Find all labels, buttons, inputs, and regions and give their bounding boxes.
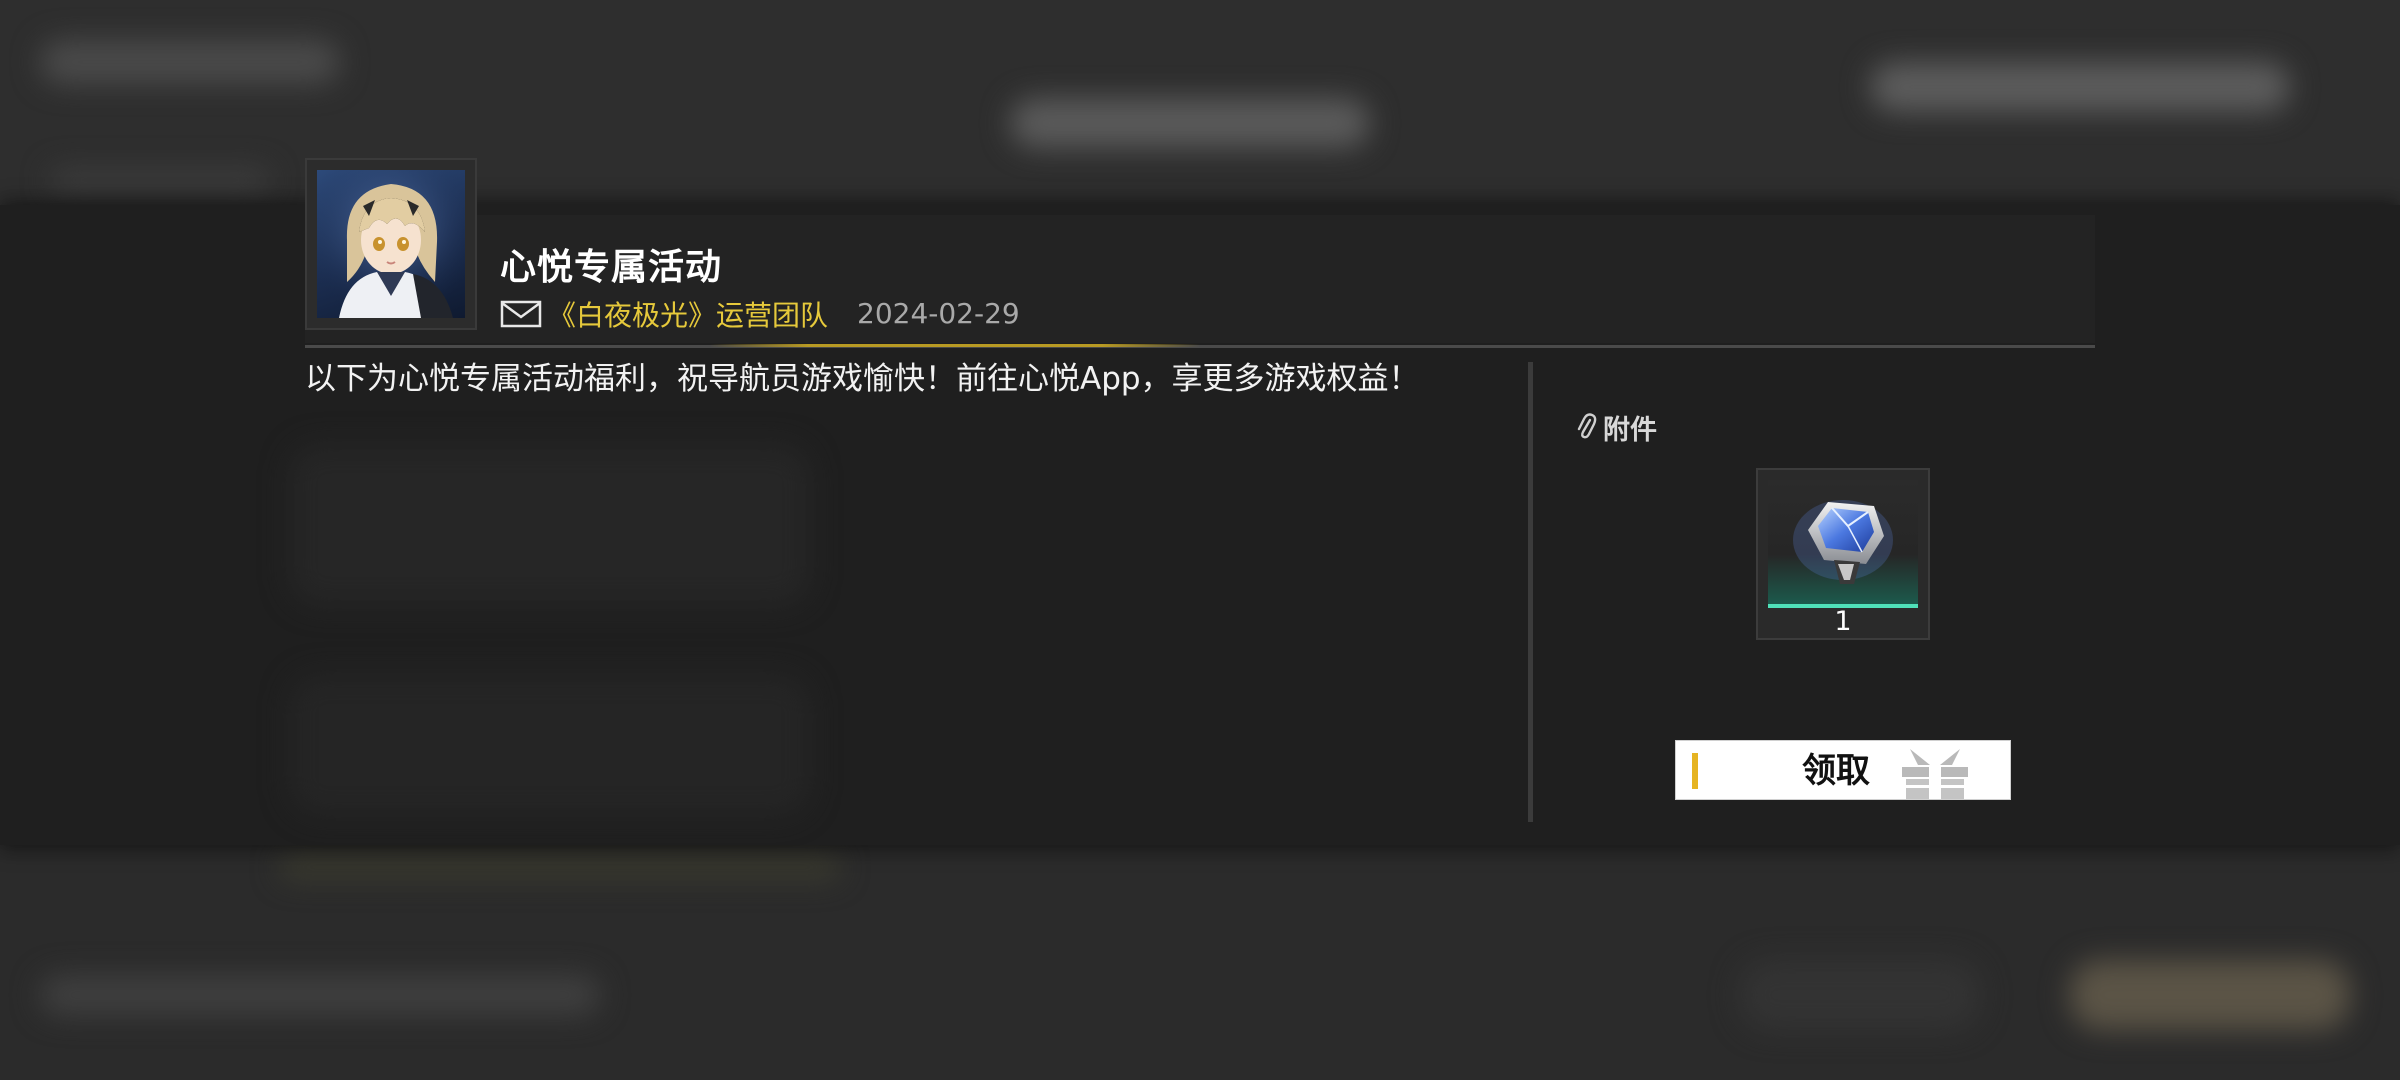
background-blur bbox=[1740, 960, 1980, 1030]
mail-body-text: 以下为心悦专属活动福利，祝导航员游戏愉快！前往心悦App，享更多游戏权益！ bbox=[305, 361, 1420, 397]
background-blur bbox=[1010, 98, 1370, 148]
envelope-icon bbox=[500, 300, 542, 328]
claim-button-label: 领取 bbox=[1802, 751, 1870, 791]
background-bottom-bar bbox=[0, 845, 2400, 1080]
sender-name: 《白夜极光》运营团队 bbox=[548, 299, 829, 332]
claim-button[interactable]: 领取 bbox=[1675, 740, 2011, 800]
claim-button-accent bbox=[1692, 753, 1698, 789]
attachment-header: 附件 bbox=[1575, 407, 1657, 447]
mail-date: 2024-02-29 bbox=[857, 297, 1020, 330]
background-blur bbox=[40, 40, 340, 84]
attachment-item[interactable]: 1 bbox=[1756, 468, 1930, 640]
background-blur bbox=[1870, 62, 2290, 112]
sender-row: 《白夜极光》运营团队 bbox=[500, 296, 828, 332]
item-image bbox=[1768, 480, 1918, 608]
attachment-label: 附件 bbox=[1603, 414, 1657, 446]
header-divider bbox=[305, 345, 2095, 348]
mail-title: 心悦专属活动 bbox=[500, 247, 723, 288]
character-portrait-icon bbox=[317, 170, 465, 318]
background-blur bbox=[280, 855, 840, 879]
background-blur bbox=[290, 675, 810, 815]
header-divider-accent bbox=[710, 344, 1200, 347]
attachment-divider bbox=[1528, 362, 1533, 822]
background-blur bbox=[2070, 960, 2350, 1030]
background-blur bbox=[50, 168, 270, 192]
crystal-item-icon bbox=[1793, 500, 1893, 584]
item-count: 1 bbox=[1834, 606, 1852, 637]
background-blur bbox=[40, 975, 600, 1015]
sender-avatar bbox=[305, 158, 477, 330]
avatar-portrait bbox=[317, 170, 465, 318]
background-blur bbox=[290, 445, 810, 605]
paperclip-icon bbox=[1577, 413, 1597, 439]
gift-box-icon bbox=[1902, 749, 1968, 799]
